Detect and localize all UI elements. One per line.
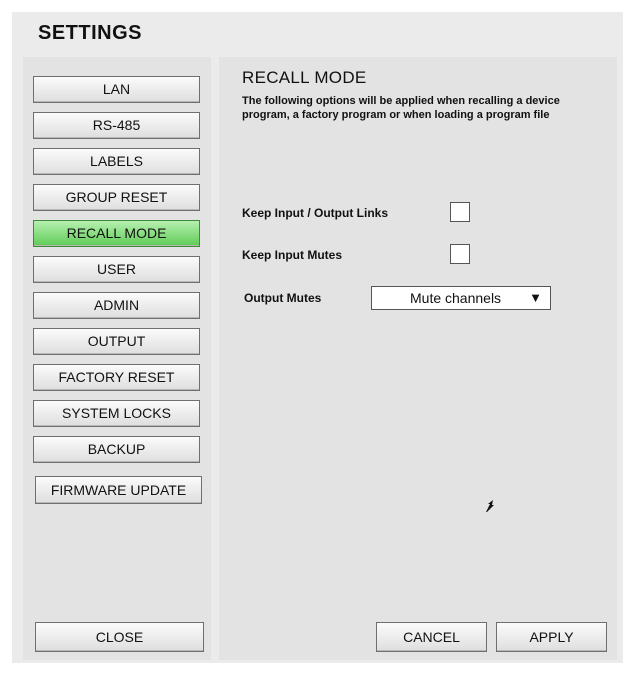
output-mutes-value: Mute channels bbox=[410, 290, 502, 306]
output-mutes-select[interactable]: Mute channels ▼ bbox=[371, 286, 551, 310]
sidebar-item-factory-reset[interactable]: FACTORY RESET bbox=[33, 364, 200, 391]
window-title: SETTINGS bbox=[38, 22, 143, 44]
keep-links-checkbox[interactable] bbox=[450, 202, 470, 222]
output-mutes-label: Output Mutes bbox=[244, 291, 322, 305]
sidebar-item-lan[interactable]: LAN bbox=[33, 76, 200, 103]
apply-button[interactable]: APPLY bbox=[496, 622, 607, 652]
keep-mutes-checkbox[interactable] bbox=[450, 244, 470, 264]
content-panel bbox=[219, 57, 617, 660]
triangle-down-icon: ▼ bbox=[529, 290, 542, 305]
close-button[interactable]: CLOSE bbox=[35, 622, 204, 652]
keep-mutes-label: Keep Input Mutes bbox=[242, 248, 343, 262]
page-title: RECALL MODE bbox=[242, 68, 367, 87]
keep-links-label: Keep Input / Output Links bbox=[242, 206, 388, 220]
mouse-pointer-icon bbox=[486, 500, 494, 512]
cancel-button[interactable]: CANCEL bbox=[376, 622, 487, 652]
sidebar-item-group-reset[interactable]: GROUP RESET bbox=[33, 184, 200, 211]
sidebar-item-labels[interactable]: LABELS bbox=[33, 148, 200, 175]
sidebar-item-firmware-update[interactable]: FIRMWARE UPDATE bbox=[35, 476, 202, 504]
sidebar-item-user[interactable]: USER bbox=[33, 256, 200, 283]
sidebar-item-admin[interactable]: ADMIN bbox=[33, 292, 200, 319]
sidebar-item-output[interactable]: OUTPUT bbox=[33, 328, 200, 355]
sidebar-item-rs485[interactable]: RS-485 bbox=[33, 112, 200, 139]
page-description: The following options will be applied wh… bbox=[242, 95, 560, 121]
sidebar-item-backup[interactable]: BACKUP bbox=[33, 436, 200, 463]
sidebar-item-recall-mode[interactable]: RECALL MODE bbox=[33, 220, 200, 247]
sidebar-item-system-locks[interactable]: SYSTEM LOCKS bbox=[33, 400, 200, 427]
